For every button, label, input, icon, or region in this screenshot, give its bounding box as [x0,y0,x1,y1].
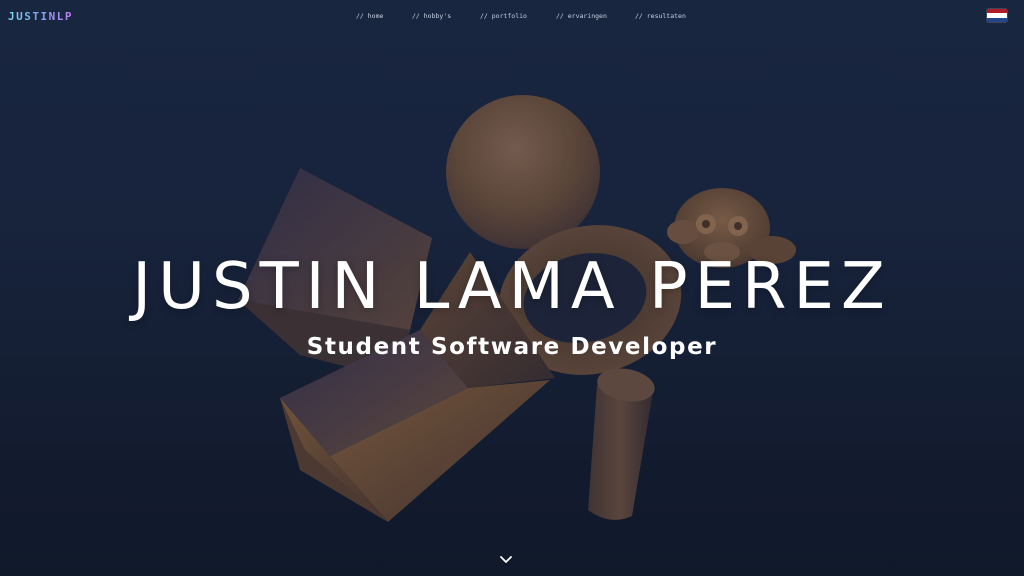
nav-link-hobbys[interactable]: // hobby's [412,12,451,20]
nav-link-ervaringen[interactable]: // ervaringen [556,12,607,20]
nav-link-resultaten[interactable]: // resultaten [635,12,686,20]
dutch-flag-icon[interactable] [987,9,1007,22]
nav-link-home[interactable]: // home [356,12,383,20]
main-nav: // home // hobby's // portfolio // ervar… [0,12,1024,24]
nav-link-portfolio[interactable]: // portfolio [480,12,527,20]
hero-subtitle: Student Software Developer [306,334,718,360]
chevron-down-icon[interactable] [498,552,514,566]
site-header: JUSTINLP // home // hobby's // portfolio… [0,0,1024,32]
hero-title: JUSTIN LAMA PEREZ [132,250,892,324]
